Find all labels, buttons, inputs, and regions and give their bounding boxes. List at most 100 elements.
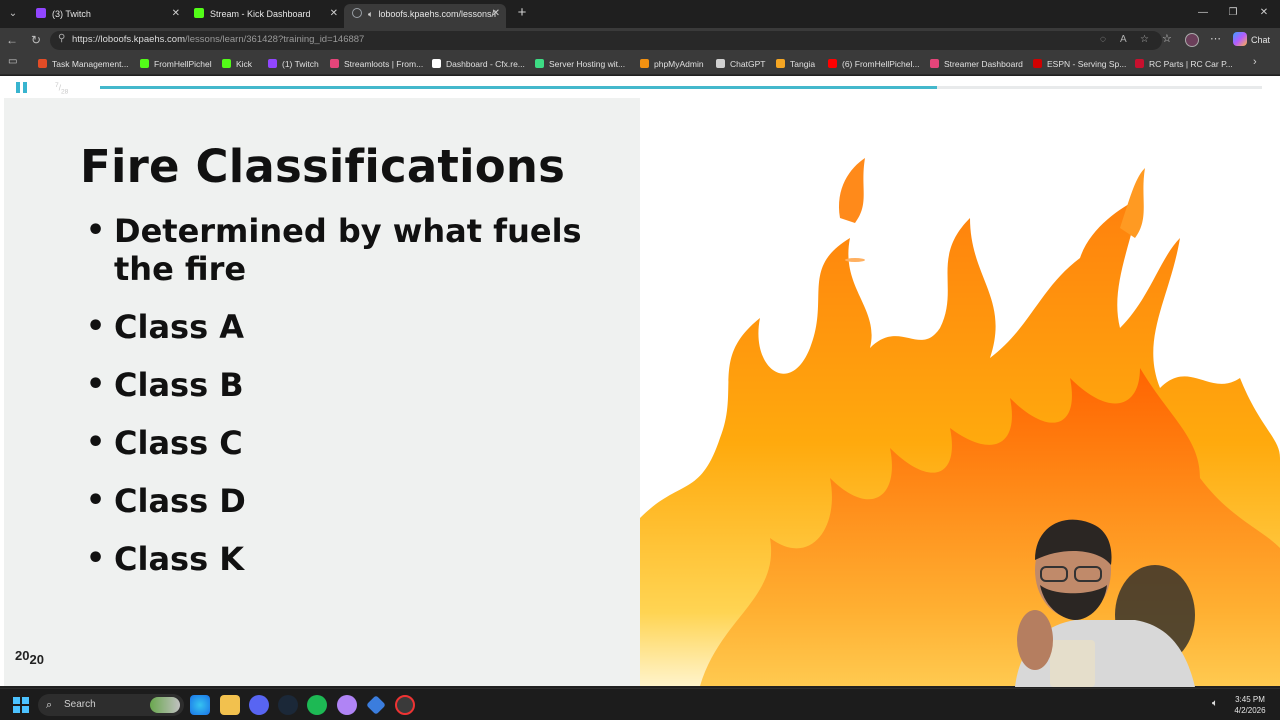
more-menu-icon[interactable]: ⋯	[1210, 32, 1221, 45]
more-bookmarks-chevron-icon[interactable]: ›	[1253, 56, 1257, 68]
slide-progress-bar[interactable]	[100, 86, 1262, 89]
bookmark-item[interactable]: Task Management...	[38, 57, 129, 71]
bookmark-item[interactable]: ChatGPT	[716, 57, 765, 71]
bookmark-item[interactable]: Kick	[222, 57, 252, 71]
spotify-icon[interactable]	[307, 695, 327, 715]
discord-icon[interactable]	[249, 695, 269, 715]
bookmark-item[interactable]: Dashboard - Cfx.re...	[432, 57, 525, 71]
steam-icon[interactable]	[278, 695, 298, 715]
url-text: https://loboofs.kpaehs.com/lessons/learn…	[72, 34, 364, 45]
bookmark-favicon-icon	[535, 59, 544, 68]
tab-close-icon[interactable]: ✕	[492, 4, 500, 24]
sidebar-toggle-icon[interactable]: ▭	[8, 56, 17, 67]
system-clock[interactable]: 3:45 PM 4/2/2026	[1228, 694, 1272, 716]
bookmark-item[interactable]: phpMyAdmin	[640, 57, 704, 71]
taskbar-search[interactable]: ⌕ Search	[38, 694, 184, 716]
bookmark-favicon-icon	[330, 59, 339, 68]
bookmark-favicon-icon	[930, 59, 939, 68]
restore-button[interactable]: ❐	[1218, 4, 1248, 22]
bullet-list: Determined by what fuels the fire Class …	[86, 212, 606, 598]
bookmark-item[interactable]: Streamer Dashboard	[930, 57, 1023, 71]
obs-app-icon[interactable]	[337, 695, 357, 715]
bookmark-label: Server Hosting wit...	[549, 59, 626, 69]
bookmark-item[interactable]: Tangia	[776, 57, 815, 71]
bookmark-favicon-icon	[640, 59, 649, 68]
bookmark-item[interactable]: ESPN - Serving Sp...	[1033, 57, 1126, 71]
tracking-prevention-icon[interactable]: ◌	[1100, 34, 1106, 45]
speaker-icon[interactable]: 🔈︎	[368, 9, 373, 19]
bullet-item: Determined by what fuels the fire	[86, 212, 606, 288]
pause-icon[interactable]	[16, 82, 28, 93]
windows-start-icon[interactable]	[13, 697, 29, 713]
favorite-star-icon[interactable]: ☆	[1140, 34, 1149, 45]
bookmark-label: (1) Twitch	[282, 59, 319, 69]
volume-icon[interactable]: 🔈︎	[1212, 698, 1218, 709]
webcam-overlay	[995, 515, 1210, 687]
bookmark-favicon-icon	[716, 59, 725, 68]
new-tab-button[interactable]: +	[512, 4, 532, 24]
edge-browser-icon[interactable]	[190, 695, 210, 715]
tab-actions-menu-icon[interactable]: ⌄	[4, 5, 22, 23]
minimize-button[interactable]: —	[1188, 4, 1218, 22]
refresh-icon[interactable]: ↻	[27, 31, 45, 49]
favorites-icon[interactable]: ☆	[1162, 32, 1172, 45]
logo-top: 20	[15, 648, 30, 663]
bookmark-item[interactable]: (1) Twitch	[268, 57, 319, 71]
copilot-chat-button[interactable]: Chat	[1233, 32, 1270, 48]
clock-time: 3:45 PM	[1235, 695, 1265, 704]
bookmark-label: phpMyAdmin	[654, 59, 704, 69]
url-path: /lessons/learn/361428?training_id=146887	[185, 34, 365, 45]
bookmark-item[interactable]: Server Hosting wit...	[535, 57, 625, 71]
bookmarks-bar: ▭ Task Management... FromHellPichel Kick (1…	[0, 52, 1280, 75]
bookmark-label: Dashboard - Cfx.re...	[446, 59, 525, 69]
bookmark-favicon-icon	[776, 59, 785, 68]
bookmark-item[interactable]: FromHellPichel	[140, 57, 212, 71]
bullet-item: Class D	[86, 482, 606, 520]
copilot-icon	[1233, 32, 1247, 46]
tab-kick-dashboard[interactable]: Stream - Kick Dashboard ✕	[186, 4, 344, 28]
file-explorer-icon[interactable]	[220, 695, 240, 715]
browser-toolbar: ← ↻ ⚲ https://loboofs.kpaehs.com/lessons…	[0, 28, 1280, 52]
search-icon: ⌕	[46, 699, 53, 711]
slide-text-panel: Fire Classifications Determined by what …	[4, 98, 640, 686]
bookmark-favicon-icon	[140, 59, 149, 68]
tab-close-icon[interactable]: ✕	[172, 4, 180, 24]
copilot-label: Chat	[1251, 35, 1271, 45]
bookmark-favicon-icon	[828, 59, 837, 68]
bookmark-favicon-icon	[222, 59, 231, 68]
globe-icon	[352, 8, 362, 18]
bookmark-label: Streamer Dashboard	[944, 59, 1023, 69]
tab-label: loboofs.kpaehs.com/lessons/l	[378, 9, 496, 19]
bookmark-label: (6) FromHellPichel...	[842, 59, 920, 69]
back-arrow-icon[interactable]: ←	[3, 31, 21, 49]
site-info-icon[interactable]: ⚲	[58, 33, 65, 44]
bookmark-favicon-icon	[268, 59, 277, 68]
tab-label: (3) Twitch	[52, 9, 91, 19]
app-diamond-icon[interactable]	[366, 695, 386, 715]
address-bar[interactable]: ⚲ https://loboofs.kpaehs.com/lessons/lea…	[50, 31, 1162, 50]
close-window-button[interactable]: ✕	[1249, 4, 1279, 22]
bookmark-label: RC Parts | RC Car P...	[1149, 59, 1233, 69]
tab-close-icon[interactable]: ✕	[330, 4, 338, 24]
bullet-item: Class A	[86, 308, 606, 346]
bookmark-favicon-icon	[38, 59, 47, 68]
profile-avatar[interactable]	[1185, 33, 1199, 47]
bookmark-favicon-icon	[432, 59, 441, 68]
bookmark-item[interactable]: Streamloots | From...	[330, 57, 423, 71]
tab-lesson[interactable]: 🔈︎ loboofs.kpaehs.com/lessons/l ✕	[344, 4, 506, 28]
read-aloud-icon[interactable]: A	[1120, 34, 1127, 45]
bullet-item: Class B	[86, 366, 606, 404]
bullet-item: Class K	[86, 540, 606, 578]
twitch-favicon-icon	[36, 8, 46, 18]
slide-progress-fill	[100, 86, 937, 89]
tab-twitch[interactable]: (3) Twitch ✕	[28, 4, 186, 28]
bookmark-item[interactable]: RC Parts | RC Car P...	[1135, 57, 1233, 71]
bookmark-item[interactable]: (6) FromHellPichel...	[828, 57, 919, 71]
bookmark-label: Streamloots | From...	[344, 59, 424, 69]
recording-app-icon[interactable]	[395, 695, 415, 715]
slide-counter: 7/28	[55, 82, 69, 96]
slide-title: Fire Classifications	[80, 140, 566, 193]
logo-bottom: 20	[29, 652, 44, 667]
bookmark-label: Kick	[236, 59, 253, 69]
tab-label: Stream - Kick Dashboard	[210, 9, 311, 19]
